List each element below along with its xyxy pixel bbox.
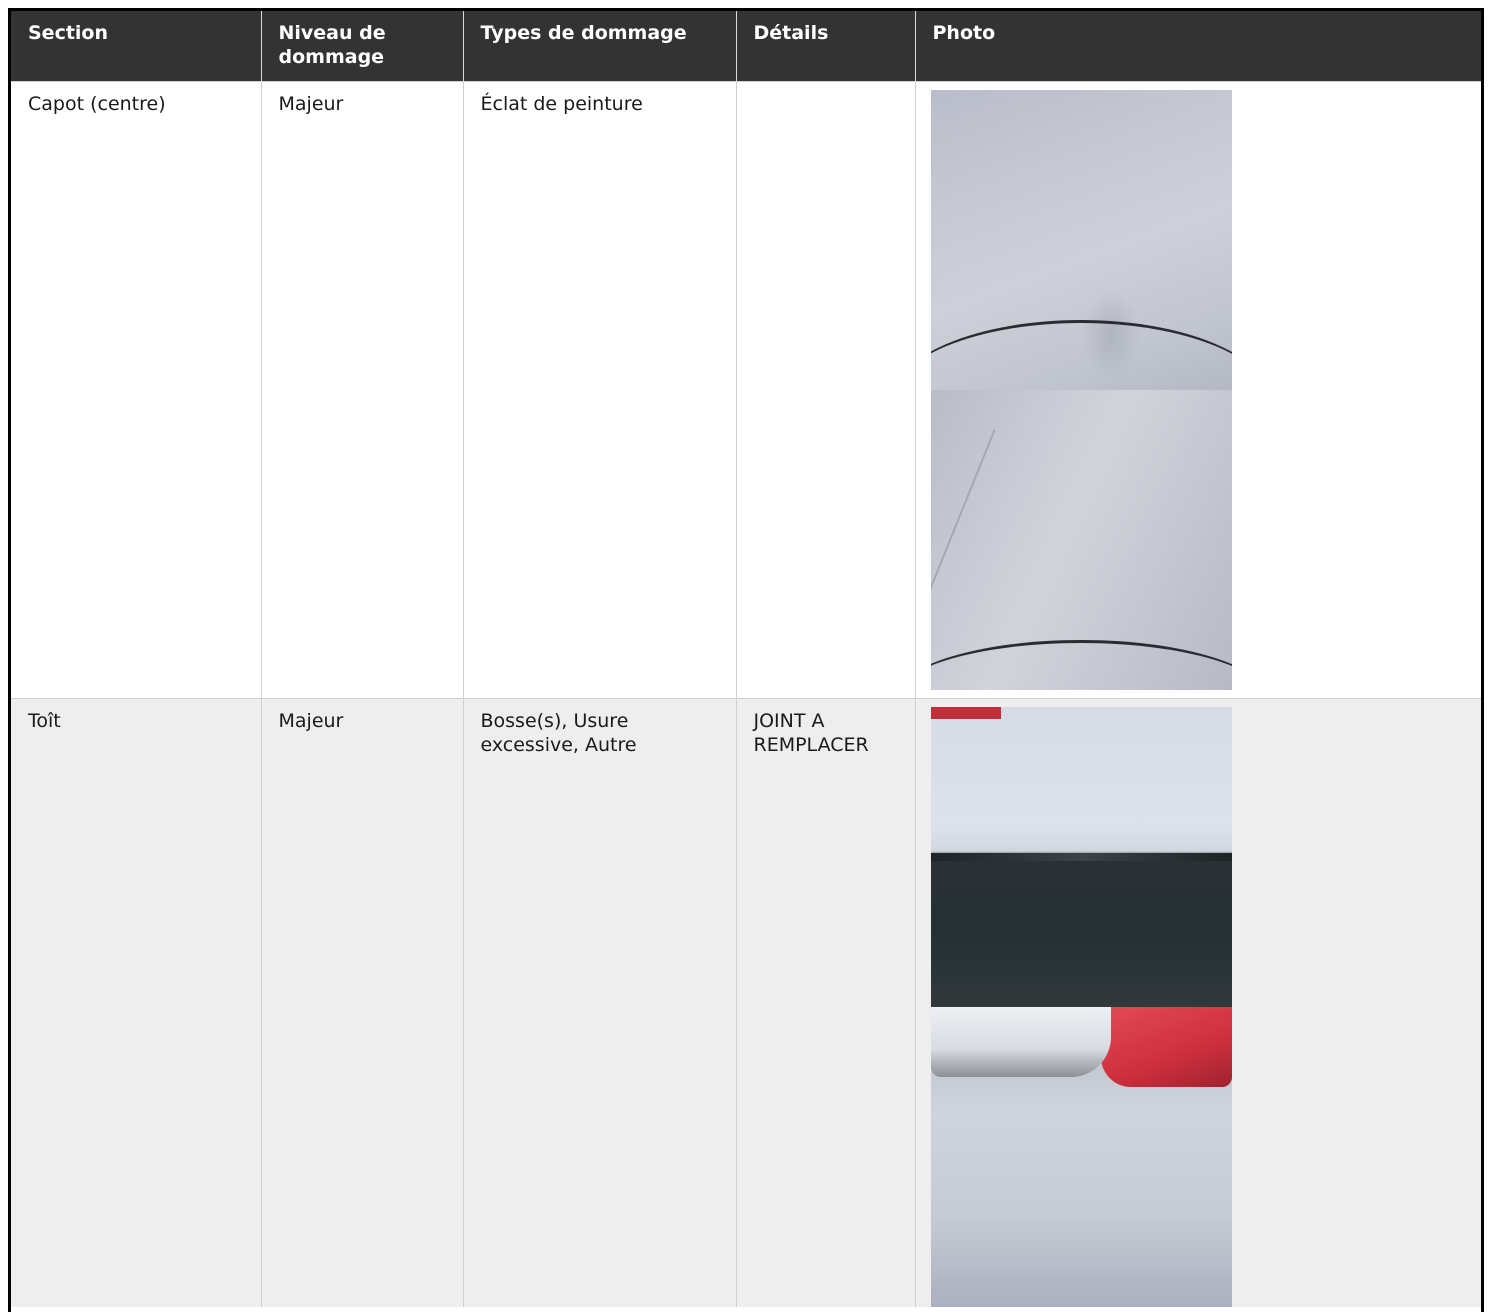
hood-photo-2[interactable] (930, 389, 1232, 690)
roof-photo-1[interactable] (930, 706, 1232, 1007)
roof-photo-2[interactable] (930, 1006, 1232, 1307)
header-section: Section (11, 11, 261, 81)
cell-niveau: Majeur (260, 80, 463, 698)
cell-types: Éclat de peinture (462, 80, 736, 698)
cell-types: Bosse(s), Usure excessive, Autre (462, 697, 736, 1307)
header-row: Section Niveau de dommage Types de domma… (11, 11, 1481, 81)
cell-details (735, 80, 915, 698)
table-row: Capot (centre) Majeur Éclat de peinture (11, 80, 1481, 698)
cell-section: Capot (centre) (11, 80, 261, 698)
header-details: Détails (735, 11, 915, 81)
table-header: Section Niveau de dommage Types de domma… (11, 11, 1481, 81)
header-niveau: Niveau de dommage (260, 11, 463, 81)
cell-niveau: Majeur (260, 697, 463, 1307)
cell-photo (914, 697, 1481, 1307)
header-photo: Photo (914, 11, 1481, 81)
hood-photo-1[interactable] (930, 89, 1232, 390)
cell-details: JOINT A REMPLACER (735, 697, 915, 1307)
damage-report-frame: Section Niveau de dommage Types de domma… (8, 8, 1484, 1312)
header-types: Types de dommage (462, 11, 736, 81)
table-row: Toît Majeur Bosse(s), Usure excessive, A… (11, 697, 1481, 1307)
damage-table: Section Niveau de dommage Types de domma… (11, 11, 1481, 1307)
cell-section: Toît (11, 697, 261, 1307)
cell-photo (914, 80, 1481, 698)
table-body: Capot (centre) Majeur Éclat de peinture … (11, 80, 1481, 1307)
